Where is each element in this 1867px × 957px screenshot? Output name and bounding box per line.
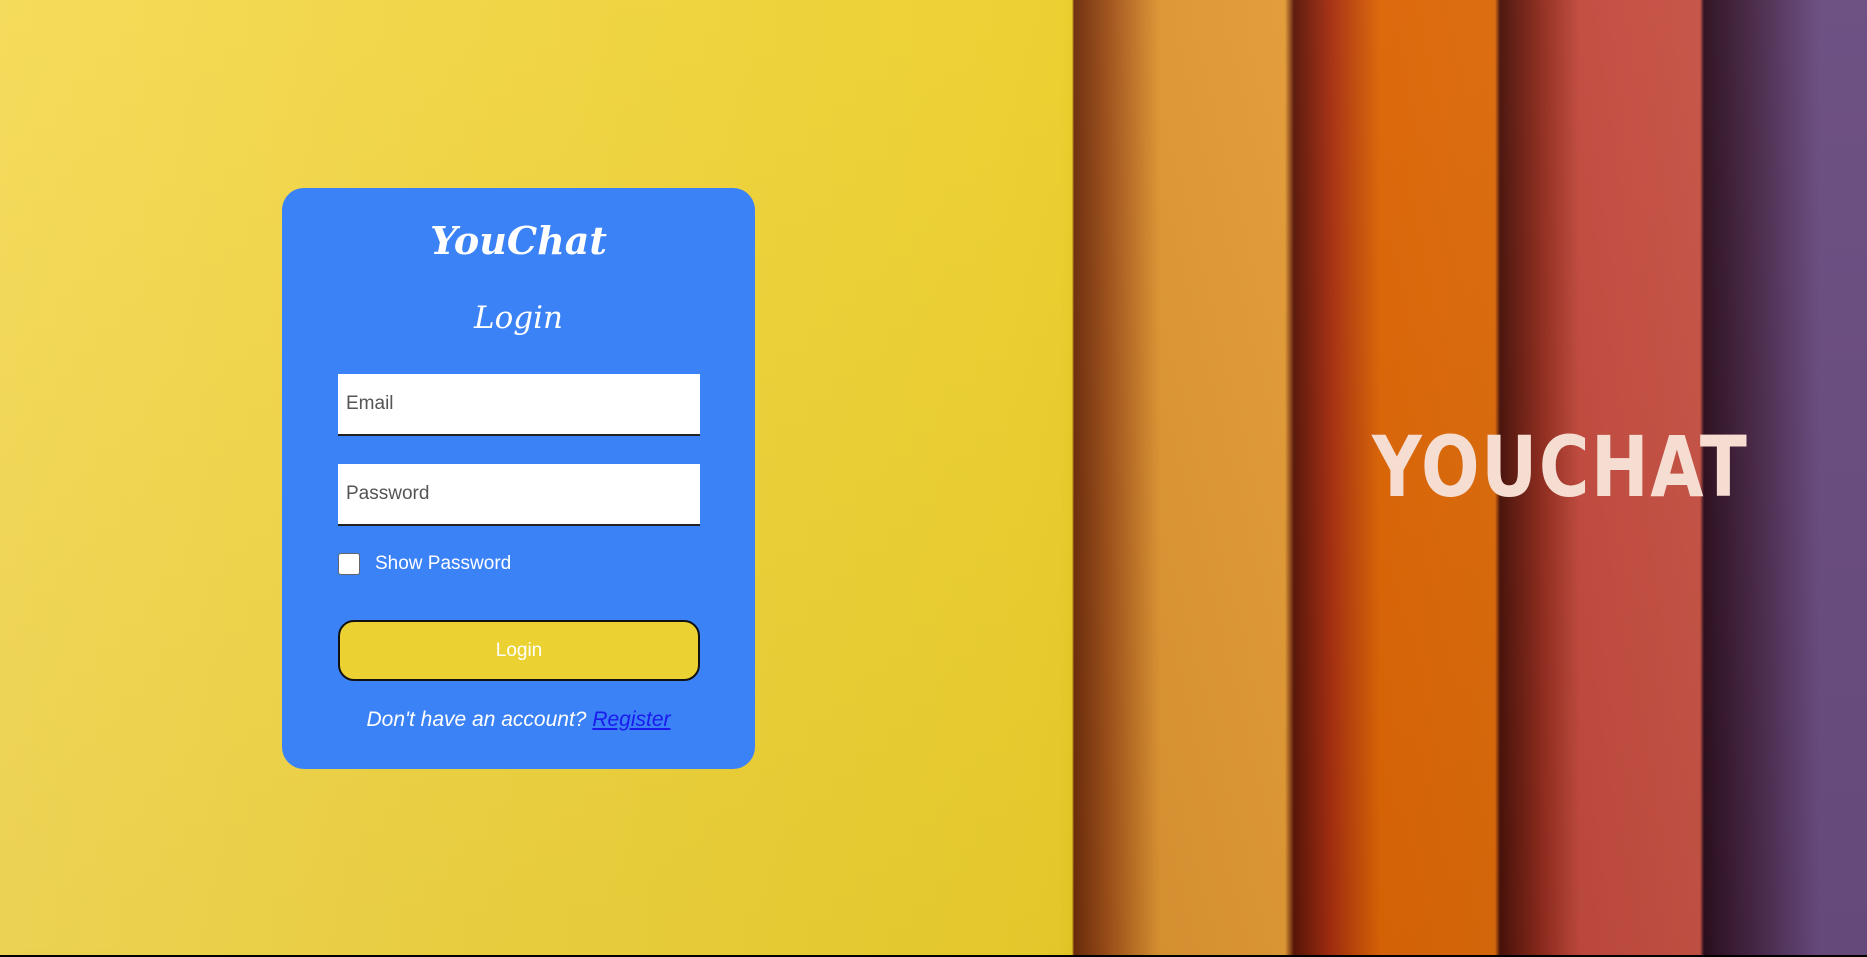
email-field[interactable] xyxy=(338,374,700,436)
brand-title: YouChat xyxy=(430,218,607,263)
register-prompt-text: Don't have an account? xyxy=(366,708,587,731)
password-field[interactable] xyxy=(338,464,700,526)
register-link[interactable]: Register xyxy=(592,708,670,731)
youchat-logo: YOUCHAT xyxy=(1372,418,1749,516)
login-heading: Login xyxy=(474,300,563,336)
show-password-checkbox[interactable] xyxy=(338,553,360,575)
show-password-label[interactable]: Show Password xyxy=(375,553,511,575)
show-password-row: Show Password xyxy=(338,551,511,577)
register-prompt: Don't have an account? Register xyxy=(282,708,755,732)
login-button[interactable]: Login xyxy=(338,620,700,681)
page: YouChat Login Show Password Login Don't … xyxy=(0,0,1867,955)
login-card: YouChat Login Show Password Login Don't … xyxy=(282,188,755,769)
